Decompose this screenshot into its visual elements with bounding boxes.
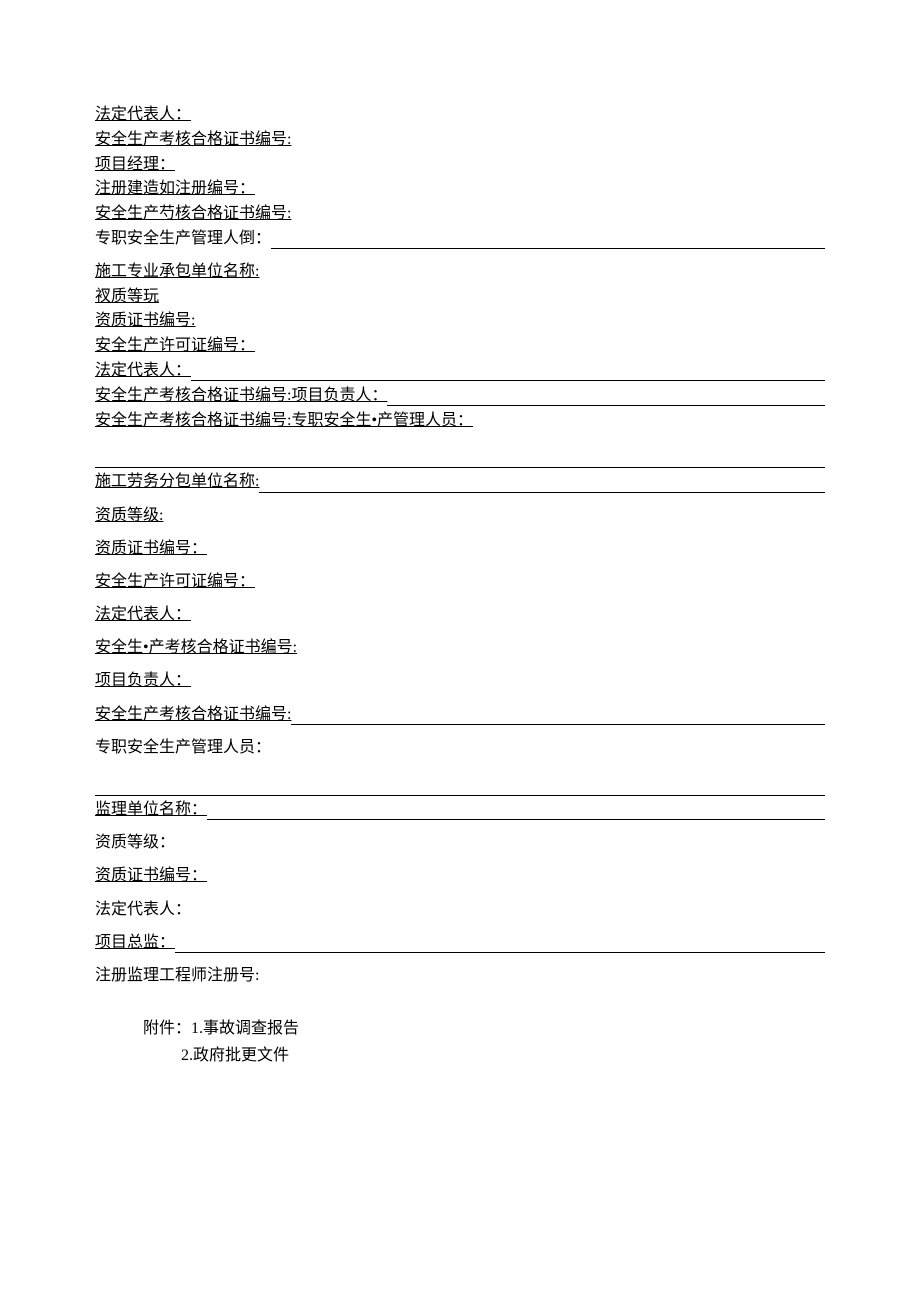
attachment-item-1: 1.事故调查报告 bbox=[191, 1020, 299, 1037]
rule-line bbox=[271, 248, 825, 249]
label-qual-level: 衩质等玩 bbox=[95, 288, 159, 305]
label-safety-cert-no2: 安全生产考核合格证书编号: bbox=[95, 701, 291, 728]
label-safety-permit-no: 安全生产许可证编号： bbox=[95, 337, 255, 354]
rule-line bbox=[175, 952, 825, 953]
section-4: 监理单位名称： 资质等级： 资质证书编号： 法定代表人： 项目总监： 注册监理工… bbox=[95, 795, 825, 989]
section-3: 施工劳务分包单位名称: 资质等级: 资质证书编号： 安全生产许可证编号： 法定代… bbox=[95, 467, 825, 761]
rule-line bbox=[207, 819, 825, 820]
label-supervision-name: 监理单位名称： bbox=[95, 796, 207, 823]
section-2: 施工专业承包单位名称: 衩质等玩 资质证书编号: 安全生产许可证编号： 法定代表… bbox=[95, 260, 825, 434]
label-qual-level-4: 资质等级： bbox=[95, 834, 175, 851]
label-qual-cert-no-4: 资质证书编号： bbox=[95, 867, 207, 884]
label-project-manager: 项目经理： bbox=[95, 156, 175, 173]
label-qual-level-3: 资质等级: bbox=[95, 507, 163, 524]
label-legal-rep-2: 法定代表人： bbox=[95, 359, 191, 384]
rule-line bbox=[191, 380, 825, 381]
label-reg-supervisor-no: 注册监理工程师注册号: bbox=[95, 967, 259, 984]
label-proj-chief: 项目总监： bbox=[95, 929, 175, 956]
label-fulltime-safety-mgr-3: 专职安全生产管理人员： bbox=[95, 739, 271, 756]
label-contractor-name: 施工专业承包单位名称: bbox=[95, 263, 259, 280]
label-qual-cert-no: 资质证书编号: bbox=[95, 312, 195, 329]
section-1: 法定代表人： 安全生产考核合格证书编号: 项目经理： 注册建造如注册编号： 安全… bbox=[95, 103, 825, 252]
rule-line bbox=[259, 492, 825, 493]
label-safety-cert-pm: 安全生产考核合格证书编号:项目负责人： bbox=[95, 384, 387, 409]
label-safety-assess-cert-no: 安全生产芍核合格证书编号: bbox=[95, 205, 291, 222]
label-safety-cert-staff: 安全生产考核合格证书编号:专职安全生•产管理人员： bbox=[95, 412, 473, 429]
label-legal-rep: 法定代表人： bbox=[95, 106, 191, 123]
label-safety-assess-cert-no-3: 安全生•产考核合格证书编号: bbox=[95, 639, 297, 656]
attachments-prefix: 附件： bbox=[143, 1020, 191, 1037]
attachments: 附件：1.事故调查报告 2.政府批更文件 bbox=[95, 1015, 825, 1069]
label-labor-sub-name: 施工劳务分包单位名称: bbox=[95, 468, 259, 495]
rule-line bbox=[291, 724, 825, 725]
attachment-item-2: 2.政府批更文件 bbox=[181, 1047, 289, 1064]
label-fulltime-safety-mgr: 专职安全生产管理人倒： bbox=[95, 227, 271, 252]
label-reg-constructor-no: 注册建造如注册编号： bbox=[95, 180, 255, 197]
rule-line bbox=[387, 405, 825, 406]
label-safety-cert-no: 安全生产考核合格证书编号: bbox=[95, 131, 291, 148]
label-legal-rep-3: 法定代表人： bbox=[95, 606, 191, 623]
label-qual-cert-no-3: 资质证书编号： bbox=[95, 540, 207, 557]
label-legal-rep-4: 法定代表人： bbox=[95, 901, 191, 918]
label-safety-permit-no-3: 安全生产许可证编号： bbox=[95, 573, 255, 590]
label-proj-leader: 项目负责人： bbox=[95, 672, 191, 689]
